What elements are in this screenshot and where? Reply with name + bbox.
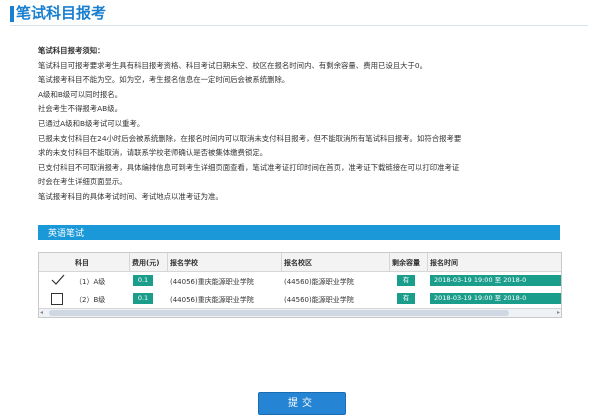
school-name: (44056)重庆能源职业学院: [170, 296, 254, 304]
notice-line: 求的未支付科目不能取消，请联系学校老师确认是否被集体缴费锁定。: [38, 148, 268, 158]
capacity-badge: 有: [397, 293, 415, 304]
notice-line: 已报未支付科目在24小时后会被系统删除，在报名时间内可以取消未支付科目报考，但不…: [38, 133, 462, 143]
column-divider: [427, 253, 428, 271]
notice-line: 笔试报考科目不能为空。如为空，考生报名信息在一定时间后会被系统删除。: [38, 75, 290, 85]
fee-badge: 0.1: [133, 275, 153, 286]
header-divider: [10, 25, 588, 26]
campus-name: (44560)能源职业学院: [284, 278, 354, 286]
checkmark-icon[interactable]: [51, 274, 65, 286]
column-divider: [389, 253, 390, 271]
table-row[interactable]: （1）A级 0.1 (44056)重庆能源职业学院 (44560)能源职业学院 …: [39, 272, 561, 289]
column-header-time: 报名时间: [430, 259, 458, 267]
column-header-subject: 科目: [75, 259, 89, 267]
capacity-badge: 有: [397, 275, 415, 286]
checkbox-icon[interactable]: [51, 293, 63, 305]
header-accent-bar: [10, 6, 14, 22]
column-header-school: 报名学校: [170, 259, 198, 267]
campus-name: (44560)能源职业学院: [284, 296, 354, 304]
section-header: 英语笔试: [38, 225, 560, 240]
notice-line: 时会在考生详细页面显示。: [38, 177, 127, 187]
subject-name: （1）A级: [75, 278, 106, 286]
scrollbar-thumb[interactable]: [49, 310, 509, 316]
notice-line: 社会考生不得报考AB级。: [38, 104, 123, 114]
time-badge: 2018-03-19 19:00 至 2018-0: [430, 293, 561, 304]
fee-badge: 0.1: [133, 293, 153, 304]
notice-line: 已支付科目不可取消报考，具体编排信息可到考生详细页面查看，笔试准考证打印时间在首…: [38, 162, 460, 172]
notice-line: 笔试报考科目的具体考试时间、考试地点以准考证为准。: [38, 191, 223, 201]
notice-line: 已通过A级和B级考试可以重考。: [38, 118, 145, 128]
school-name: (44056)重庆能源职业学院: [170, 278, 254, 286]
column-header-campus: 报名校区: [284, 259, 312, 267]
section-title: 英语笔试: [48, 229, 85, 239]
subject-table: 科目 费用(元) 报名学校 报名校区 剩余容量 报名时间 （1）A级 0.1 (…: [38, 252, 562, 318]
arrow-right-icon[interactable]: ▸: [557, 309, 560, 316]
submit-button[interactable]: 提交: [258, 392, 346, 415]
column-divider: [281, 253, 282, 271]
notice-block: 笔试科目报考须知： 笔试科目可报考要求考生具有科目报考资格、科目考试日期未空、校…: [38, 44, 568, 205]
table-row[interactable]: （2）B级 0.1 (44056)重庆能源职业学院 (44560)能源职业学院 …: [39, 290, 561, 307]
arrow-left-icon[interactable]: ◂: [40, 309, 43, 316]
time-badge: 2018-03-19 19:00 至 2018-0: [430, 275, 561, 286]
notice-line: 笔试科目可报考要求考生具有科目报考资格、科目考试日期未空、校区在报名时间内、有剩…: [38, 60, 428, 70]
notice-line: A级和B级可以同时报名。: [38, 89, 123, 99]
column-header-fee: 费用(元): [132, 259, 160, 267]
table-header: 科目 费用(元) 报名学校 报名校区 剩余容量 报名时间: [39, 253, 561, 272]
column-header-capacity: 剩余容量: [392, 259, 420, 267]
page-header: 笔试科目报考: [0, 0, 598, 28]
horizontal-scrollbar[interactable]: ◂ ▸: [39, 308, 561, 317]
column-divider: [167, 253, 168, 271]
subject-name: （2）B级: [75, 296, 106, 304]
page-title: 笔试科目报考: [16, 4, 107, 22]
column-divider: [129, 253, 130, 271]
notice-title: 笔试科目报考须知：: [38, 46, 105, 55]
